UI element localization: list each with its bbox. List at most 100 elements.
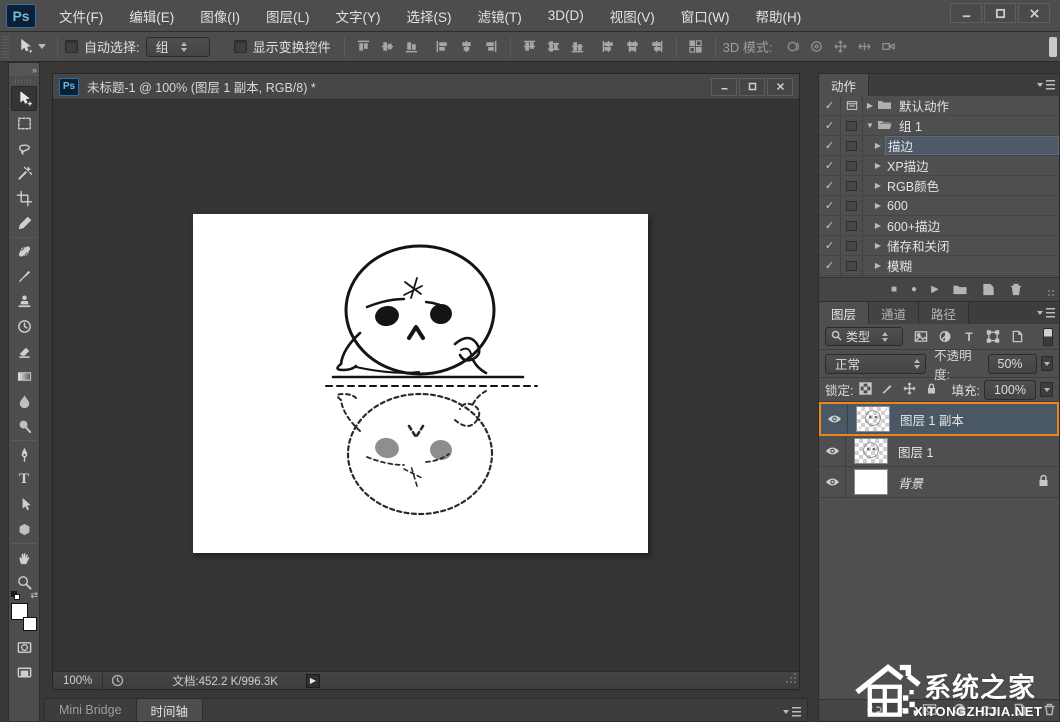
document-resize-grip[interactable]	[785, 672, 797, 687]
action-row-selected[interactable]: ✓ ▶ 描边	[819, 136, 1059, 156]
menu-select[interactable]: 选择(S)	[394, 0, 465, 32]
document-titlebar[interactable]: Ps 未标题-1 @ 100% (图层 1 副本, RGB/8) *	[53, 74, 799, 100]
clone-stamp-tool[interactable]	[11, 289, 37, 314]
move-tool[interactable]	[11, 86, 37, 111]
menu-filter[interactable]: 滤镜(T)	[465, 0, 535, 32]
action-set-row[interactable]: ✓ ▶ 默认动作	[819, 96, 1059, 116]
dialog-toggle-empty[interactable]	[841, 176, 863, 195]
dialog-toggle-empty[interactable]	[841, 196, 863, 215]
visibility-toggle[interactable]	[819, 436, 846, 466]
action-row[interactable]: ✓ ▶ XP描边	[819, 156, 1059, 176]
type-tool[interactable]: T	[11, 467, 37, 492]
opacity-field[interactable]: 50%	[988, 354, 1037, 374]
3d-zoom-icon[interactable]	[876, 37, 900, 57]
delete-button[interactable]	[1009, 283, 1023, 296]
distribute-left-edges-button[interactable]	[598, 37, 620, 57]
screen-mode-button[interactable]	[11, 660, 37, 685]
collapse-triangle-icon[interactable]: ▼	[863, 121, 877, 130]
panel-menu-icon[interactable]	[783, 706, 801, 718]
tab-channels[interactable]: 通道	[869, 302, 919, 324]
3d-drag-icon[interactable]	[828, 37, 852, 57]
opacity-dropdown-button[interactable]	[1041, 356, 1053, 371]
auto-select-dropdown[interactable]: 组	[146, 37, 210, 57]
expand-triangle-icon[interactable]: ▶	[871, 201, 885, 210]
align-top-edges-button[interactable]	[353, 37, 375, 57]
expand-triangle-icon[interactable]: ▶	[871, 141, 885, 150]
toggle-item-on-icon[interactable]: ✓	[819, 136, 841, 155]
menu-layer[interactable]: 图层(L)	[253, 0, 323, 32]
spot-healing-brush-tool[interactable]	[11, 239, 37, 264]
crop-tool[interactable]	[11, 186, 37, 211]
action-row[interactable]: ✓ ▶ RGB颜色	[819, 176, 1059, 196]
toggle-item-on-icon[interactable]: ✓	[819, 256, 841, 275]
blur-tool[interactable]	[11, 389, 37, 414]
canvas-pasteboard[interactable]	[53, 100, 799, 671]
distribute-bottom-edges-button[interactable]	[567, 37, 589, 57]
dialog-toggle-empty[interactable]	[841, 116, 863, 135]
action-row[interactable]: ✓ ▶ 模糊	[819, 256, 1059, 276]
menu-3d[interactable]: 3D(D)	[535, 0, 597, 32]
background-color-swatch[interactable]	[23, 617, 37, 631]
app-maximize-button[interactable]	[984, 3, 1016, 23]
hand-tool[interactable]	[11, 545, 37, 570]
align-horizontal-centers-button[interactable]	[456, 37, 478, 57]
brush-tool[interactable]	[11, 264, 37, 289]
distribute-horizontal-centers-button[interactable]	[622, 37, 644, 57]
filter-kind-dropdown[interactable]: 类型	[825, 327, 903, 346]
path-selection-tool[interactable]	[11, 492, 37, 517]
status-options-button[interactable]: ▶	[306, 674, 320, 688]
toggle-item-on-icon[interactable]: ✓	[819, 216, 841, 235]
toggle-item-on-icon[interactable]: ✓	[819, 116, 841, 135]
filter-smart-objects-icon[interactable]	[1007, 328, 1027, 346]
action-row[interactable]: ✓ ▶ 储存和关闭	[819, 236, 1059, 256]
distribute-top-edges-button[interactable]	[519, 37, 541, 57]
tab-paths[interactable]: 路径	[919, 302, 969, 324]
visibility-toggle[interactable]	[821, 404, 848, 434]
toolbar-collapse-button[interactable]: »	[9, 63, 39, 76]
expand-triangle-icon[interactable]: ▶	[871, 181, 885, 190]
layer-row-background[interactable]: 背景	[819, 467, 1059, 498]
history-brush-tool[interactable]	[11, 314, 37, 339]
expand-triangle-icon[interactable]: ▶	[871, 241, 885, 250]
toolbar-grip[interactable]	[15, 79, 33, 84]
new-set-button[interactable]	[953, 283, 967, 296]
distribute-vertical-centers-button[interactable]	[543, 37, 565, 57]
visibility-toggle[interactable]	[819, 467, 846, 497]
menu-window[interactable]: 窗口(W)	[668, 0, 743, 32]
toggle-item-on-icon[interactable]: ✓	[819, 176, 841, 195]
shape-tool[interactable]	[11, 517, 37, 542]
panel-menu-icon[interactable]	[1037, 79, 1055, 91]
filter-shape-layers-icon[interactable]	[983, 328, 1003, 346]
lasso-tool[interactable]	[11, 136, 37, 161]
dialog-toggle-empty[interactable]	[841, 216, 863, 235]
new-action-button[interactable]	[981, 283, 995, 296]
dialog-toggle-icon[interactable]	[841, 96, 863, 115]
magic-wand-tool[interactable]	[11, 161, 37, 186]
toggle-item-on-icon[interactable]: ✓	[819, 196, 841, 215]
toggle-item-on-icon[interactable]: ✓	[819, 96, 841, 115]
align-right-edges-button[interactable]	[480, 37, 502, 57]
action-set-row[interactable]: ✓ ▼ 组 1	[819, 116, 1059, 136]
toggle-item-on-icon[interactable]: ✓	[819, 156, 841, 175]
filter-type-layers-icon[interactable]: T	[959, 328, 979, 346]
lock-all-icon[interactable]	[925, 382, 938, 398]
action-row[interactable]: ✓ ▶ 600	[819, 196, 1059, 216]
tab-timeline[interactable]: 时间轴	[136, 699, 204, 721]
align-vertical-centers-button[interactable]	[377, 37, 399, 57]
tab-mini-bridge[interactable]: Mini Bridge	[45, 699, 136, 721]
doc-minimize-button[interactable]	[711, 78, 737, 96]
menu-type[interactable]: 文字(Y)	[323, 0, 394, 32]
fill-field[interactable]: 100%	[984, 380, 1036, 400]
show-transform-checkbox[interactable]	[234, 40, 247, 53]
dialog-toggle-empty[interactable]	[841, 256, 863, 275]
distribute-right-edges-button[interactable]	[646, 37, 668, 57]
zoom-level-field[interactable]: 100%	[53, 672, 103, 689]
tab-actions[interactable]: 动作	[819, 74, 869, 96]
layer-row-selected[interactable]: 图层 1 副本	[819, 402, 1059, 436]
auto-align-button[interactable]	[685, 37, 707, 57]
app-minimize-button[interactable]	[950, 3, 982, 23]
app-close-button[interactable]	[1018, 3, 1050, 23]
rectangular-marquee-tool[interactable]	[11, 111, 37, 136]
eyedropper-tool[interactable]	[11, 211, 37, 236]
expand-triangle-icon[interactable]: ▶	[871, 161, 885, 170]
